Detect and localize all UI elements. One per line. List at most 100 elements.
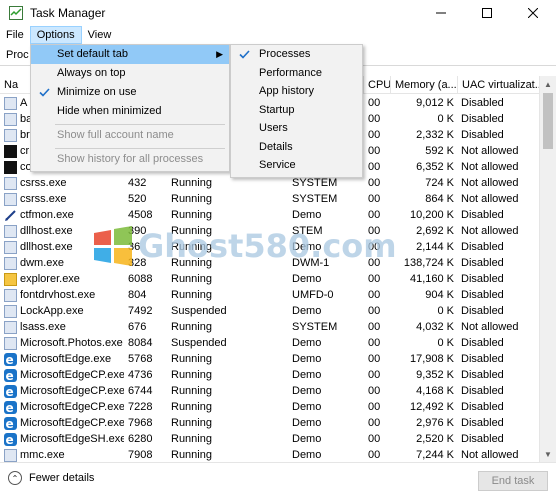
table-row[interactable]: e MicrosoftEdgeCP.exe 6744 Running Demo 00 4,1… (0, 383, 556, 399)
column-header-cpu[interactable]: CPU (363, 76, 390, 94)
menu-view[interactable]: View (82, 26, 118, 44)
pid-cell: 4508 (128, 209, 153, 221)
user-cell: SYSTEM (292, 321, 338, 333)
table-row[interactable]: e MicrosoftEdge.exe 5768 Running Demo 00 17,90… (0, 351, 556, 367)
user-cell: Demo (292, 385, 322, 397)
pen-icon (4, 209, 17, 222)
process-name: csrss.exe (20, 177, 67, 189)
pid-cell: 8084 (128, 337, 153, 349)
process-name: dllhost.exe (20, 225, 73, 237)
process-name-cell: e MicrosoftEdgeCP.exe (4, 399, 124, 415)
exe-icon (4, 256, 17, 270)
exe-icon (4, 112, 17, 126)
submenu-item-performance[interactable]: Performance (231, 64, 362, 83)
pid-cell: 520 (128, 193, 147, 205)
memory-cell: 12,492 K (409, 401, 454, 413)
process-name-cell: csrss.exe (4, 175, 124, 191)
uac-cell: Not allowed (461, 145, 519, 157)
window-title: Task Manager (30, 6, 106, 20)
uac-cell: Disabled (461, 305, 504, 317)
submenu-item-service[interactable]: Service (231, 156, 362, 175)
table-row[interactable]: explorer.exe 6088 Running Demo 00 41,160 K Dis… (0, 271, 556, 287)
status-cell: Running (171, 417, 212, 429)
uac-cell: Disabled (461, 369, 504, 381)
scroll-up-icon[interactable]: ▲ (540, 76, 556, 92)
uac-cell: Disabled (461, 97, 504, 109)
pid-cell: 7968 (128, 417, 153, 429)
memory-cell: 2,976 K (416, 417, 454, 429)
table-row[interactable]: lsass.exe 676 Running SYSTEM 00 4,032 K Not al… (0, 319, 556, 335)
menu-item-always-on-top[interactable]: Always on top (31, 64, 229, 83)
table-row[interactable]: e MicrosoftEdgeCP.exe 4736 Running Demo 00 9,3… (0, 367, 556, 383)
users-label: Users (259, 122, 288, 134)
status-cell: Running (171, 401, 212, 413)
svg-text:e: e (6, 353, 14, 366)
menu-item-hide-when-minimized[interactable]: Hide when minimized (31, 102, 229, 121)
set-default-tab-label: Set default tab (57, 48, 128, 60)
table-row[interactable]: LockApp.exe 7492 Suspended Demo 00 0 K Disable… (0, 303, 556, 319)
uac-cell: Disabled (461, 433, 504, 445)
table-row[interactable]: e MicrosoftEdgeCP.exe 7968 Running Demo 00 2,9… (0, 415, 556, 431)
watermark: Ghost580.com (92, 222, 402, 270)
memory-cell: 9,012 K (416, 97, 454, 109)
table-row[interactable]: e MicrosoftEdgeCP.exe 7228 Running Demo 00 12,… (0, 399, 556, 415)
pid-cell: 7228 (128, 401, 153, 413)
user-cell: Demo (292, 305, 322, 317)
show-history-label: Show history for all processes (57, 153, 204, 165)
column-header-memory[interactable]: Memory (a... (390, 76, 457, 94)
process-name-cell: LockApp.exe (4, 303, 124, 319)
exe-icon (4, 336, 17, 350)
memory-cell: 0 K (437, 305, 454, 317)
table-row[interactable]: mmc.exe 7908 Running Demo 00 7,244 K Not allow… (0, 447, 556, 462)
options-menu: Set default tab ▶ Always on top Minimize… (30, 44, 230, 172)
hide-when-minimized-label: Hide when minimized (57, 105, 162, 117)
process-name: dllhost.exe (20, 241, 73, 253)
scroll-thumb[interactable] (543, 93, 553, 149)
menu-item-minimize-on-use[interactable]: Minimize on use (31, 83, 229, 102)
close-button[interactable] (510, 0, 556, 26)
cpu-cell: 00 (368, 113, 381, 125)
submenu-item-details[interactable]: Details (231, 138, 362, 157)
memory-cell: 904 K (425, 289, 454, 301)
menu-item-set-default-tab[interactable]: Set default tab ▶ (31, 45, 229, 64)
fewer-details-button[interactable]: ⌃ Fewer details (8, 471, 94, 485)
minimize-button[interactable] (418, 0, 464, 26)
edge-icon: e (4, 416, 17, 431)
table-row[interactable]: e MicrosoftEdgeSH.exe 6280 Running Demo 00 2,5… (0, 431, 556, 447)
watermark-text: Ghost580.com (138, 227, 397, 265)
cpu-cell: 00 (368, 385, 381, 397)
submenu-item-app-history[interactable]: App history (231, 82, 362, 101)
menu-options[interactable]: Options (29, 26, 82, 44)
submenu-item-processes[interactable]: Processes (231, 45, 362, 64)
process-name: cr (20, 145, 30, 157)
window-controls (418, 0, 556, 26)
table-row[interactable]: Microsoft.Photos.exe 8084 Suspended Demo 00 0… (0, 335, 556, 351)
uac-cell: Not allowed (461, 193, 519, 205)
maximize-button[interactable] (464, 0, 510, 26)
cpu-cell: 00 (368, 161, 381, 173)
exe-icon (4, 448, 17, 462)
edge-icon: e (4, 384, 17, 399)
submenu-item-users[interactable]: Users (231, 119, 362, 138)
cpu-cell: 00 (368, 401, 381, 413)
column-header-uac[interactable]: UAC virtualizat... (457, 76, 539, 94)
process-name: fontdrvhost.exe (20, 289, 96, 301)
status-cell: Running (171, 433, 212, 445)
process-name-cell: lsass.exe (4, 319, 124, 335)
maximize-icon (482, 8, 492, 18)
submenu-item-startup[interactable]: Startup (231, 101, 362, 120)
table-row[interactable]: ctfmon.exe 4508 Running Demo 00 10,200 K Disab… (0, 207, 556, 223)
uac-cell: Not allowed (461, 449, 519, 461)
vertical-scrollbar[interactable]: ▲ ▼ (539, 76, 556, 462)
table-row[interactable]: fontdrvhost.exe 804 Running UMFD-0 00 904 K Di… (0, 287, 556, 303)
uac-cell: Not allowed (461, 177, 519, 189)
memory-cell: 2,520 K (416, 433, 454, 445)
end-task-button[interactable]: End task (478, 471, 548, 491)
details-label: Details (259, 140, 293, 153)
user-cell: Demo (292, 353, 322, 365)
table-row[interactable]: csrss.exe 520 Running SYSTEM 00 864 K Not allo… (0, 191, 556, 207)
cpu-cell: 00 (368, 337, 381, 349)
menu-file[interactable]: File (0, 26, 30, 44)
process-name-cell: e MicrosoftEdgeCP.exe (4, 367, 124, 383)
scroll-down-icon[interactable]: ▼ (540, 446, 556, 462)
